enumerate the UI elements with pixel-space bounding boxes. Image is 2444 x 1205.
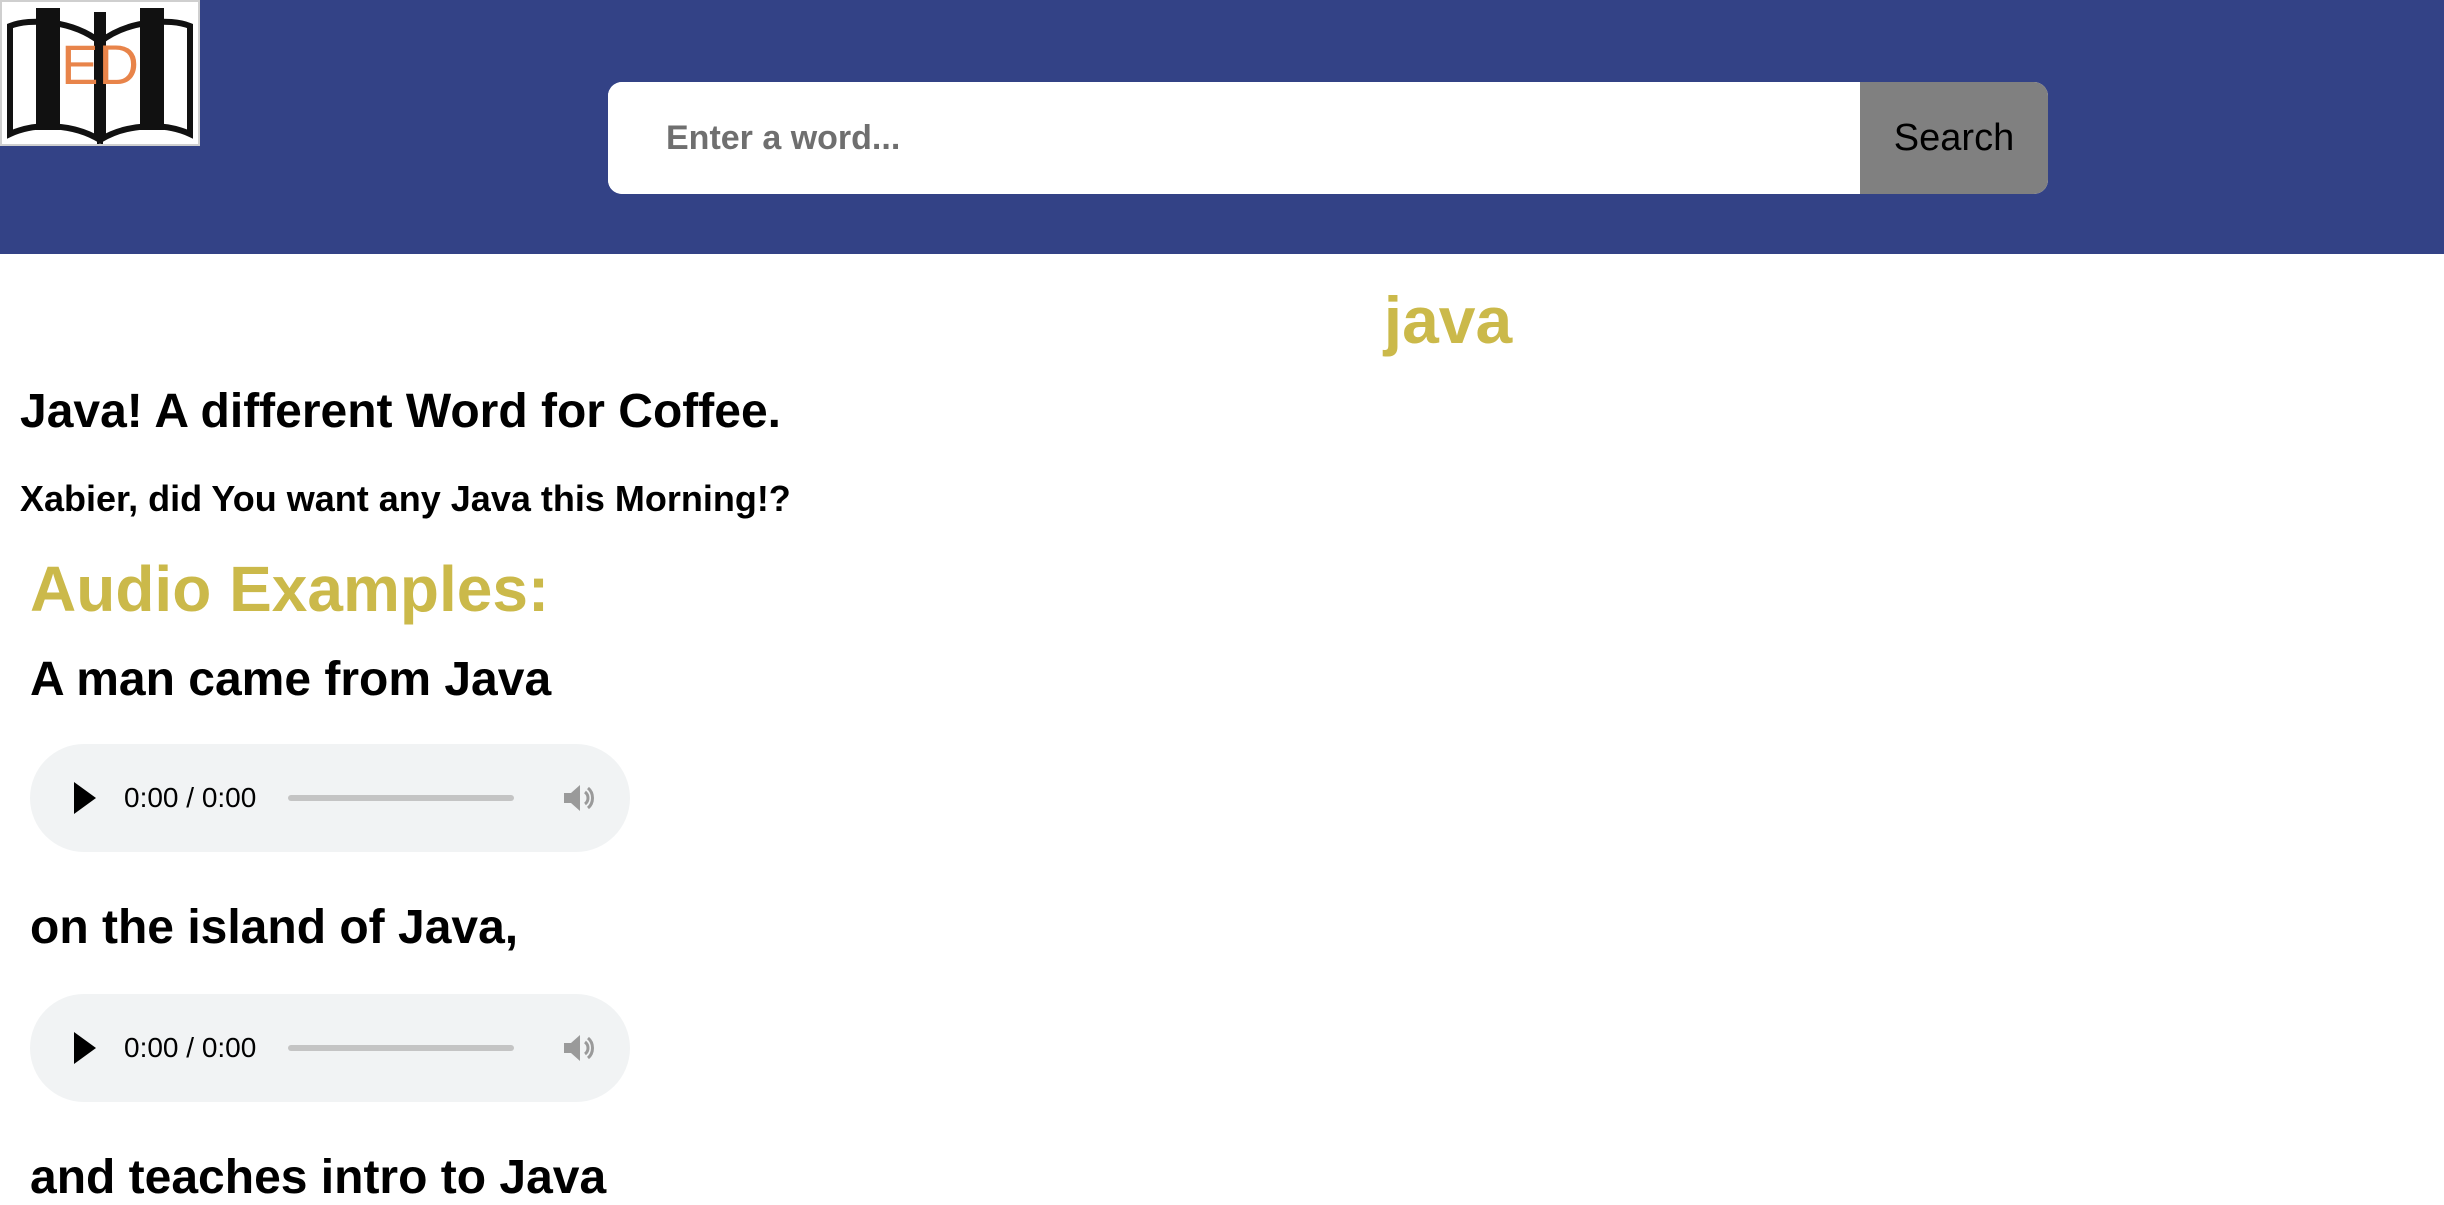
word-title: java (1383, 283, 1513, 357)
play-icon[interactable] (74, 782, 96, 814)
volume-icon[interactable] (560, 780, 596, 816)
audio-player[interactable]: 0:00 / 0:00 (30, 744, 630, 852)
definition-text: Java! A different Word for Coffee. (20, 385, 781, 438)
audio-time: 0:00 / 0:00 (124, 1032, 257, 1063)
search-button[interactable]: Search (1860, 82, 2048, 194)
audio-examples-heading: Audio Examples: (30, 553, 550, 625)
header-bar: ED Search (0, 0, 2444, 254)
search-bar: Search (608, 82, 2048, 194)
open-book-icon: ED (7, 8, 193, 144)
example-sentence: Xabier, did You want any Java this Morni… (20, 478, 791, 519)
volume-icon[interactable] (560, 1030, 596, 1066)
audio-example-label: A man came from Java (30, 653, 552, 706)
audio-time: 0:00 / 0:00 (124, 782, 257, 813)
audio-player[interactable]: 0:00 / 0:00 (30, 994, 630, 1102)
audio-example-label: and teaches intro to Java (30, 1151, 607, 1204)
site-logo[interactable]: ED (0, 0, 200, 146)
play-icon[interactable] (74, 1032, 96, 1064)
search-input[interactable] (608, 82, 1860, 194)
audio-example-label: on the island of Java, (30, 901, 519, 954)
audio-progress-track[interactable] (288, 1045, 514, 1051)
logo-text: ED (61, 33, 139, 96)
audio-progress-track[interactable] (288, 795, 514, 801)
